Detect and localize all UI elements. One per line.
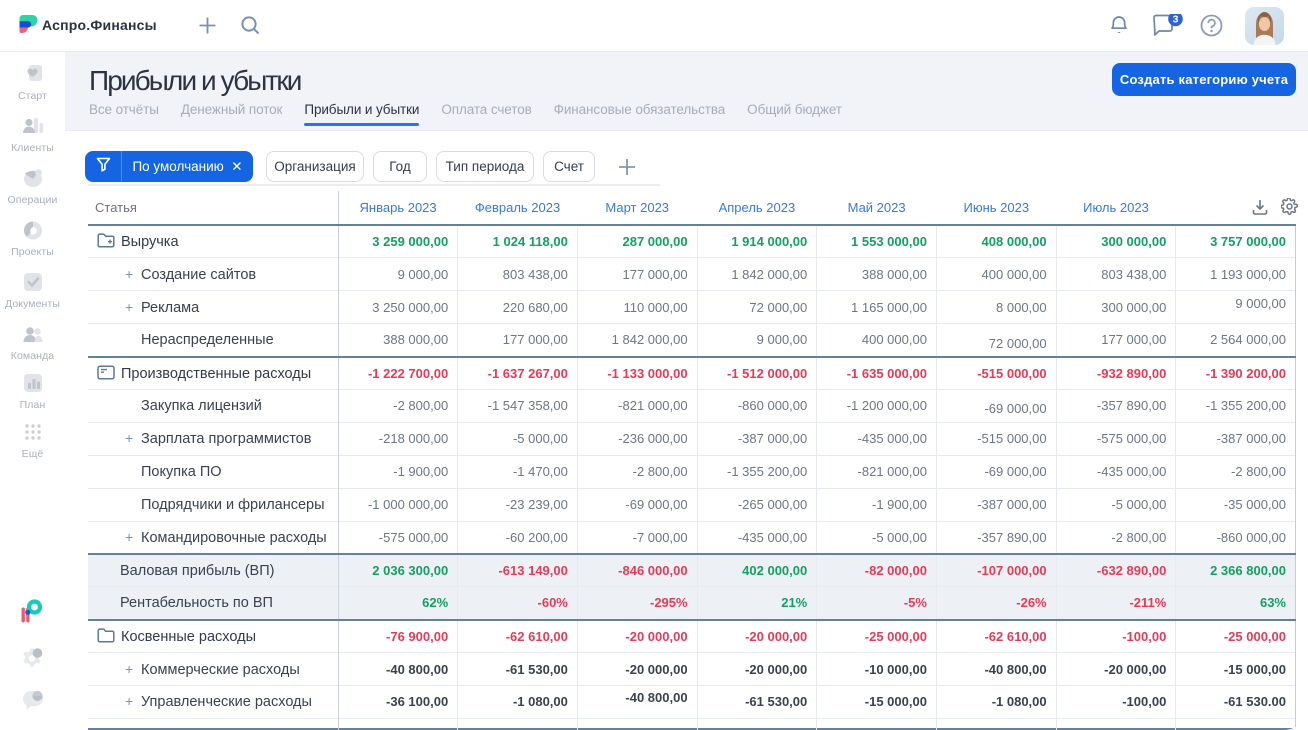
svg-text:3: 3 [1173,14,1179,26]
